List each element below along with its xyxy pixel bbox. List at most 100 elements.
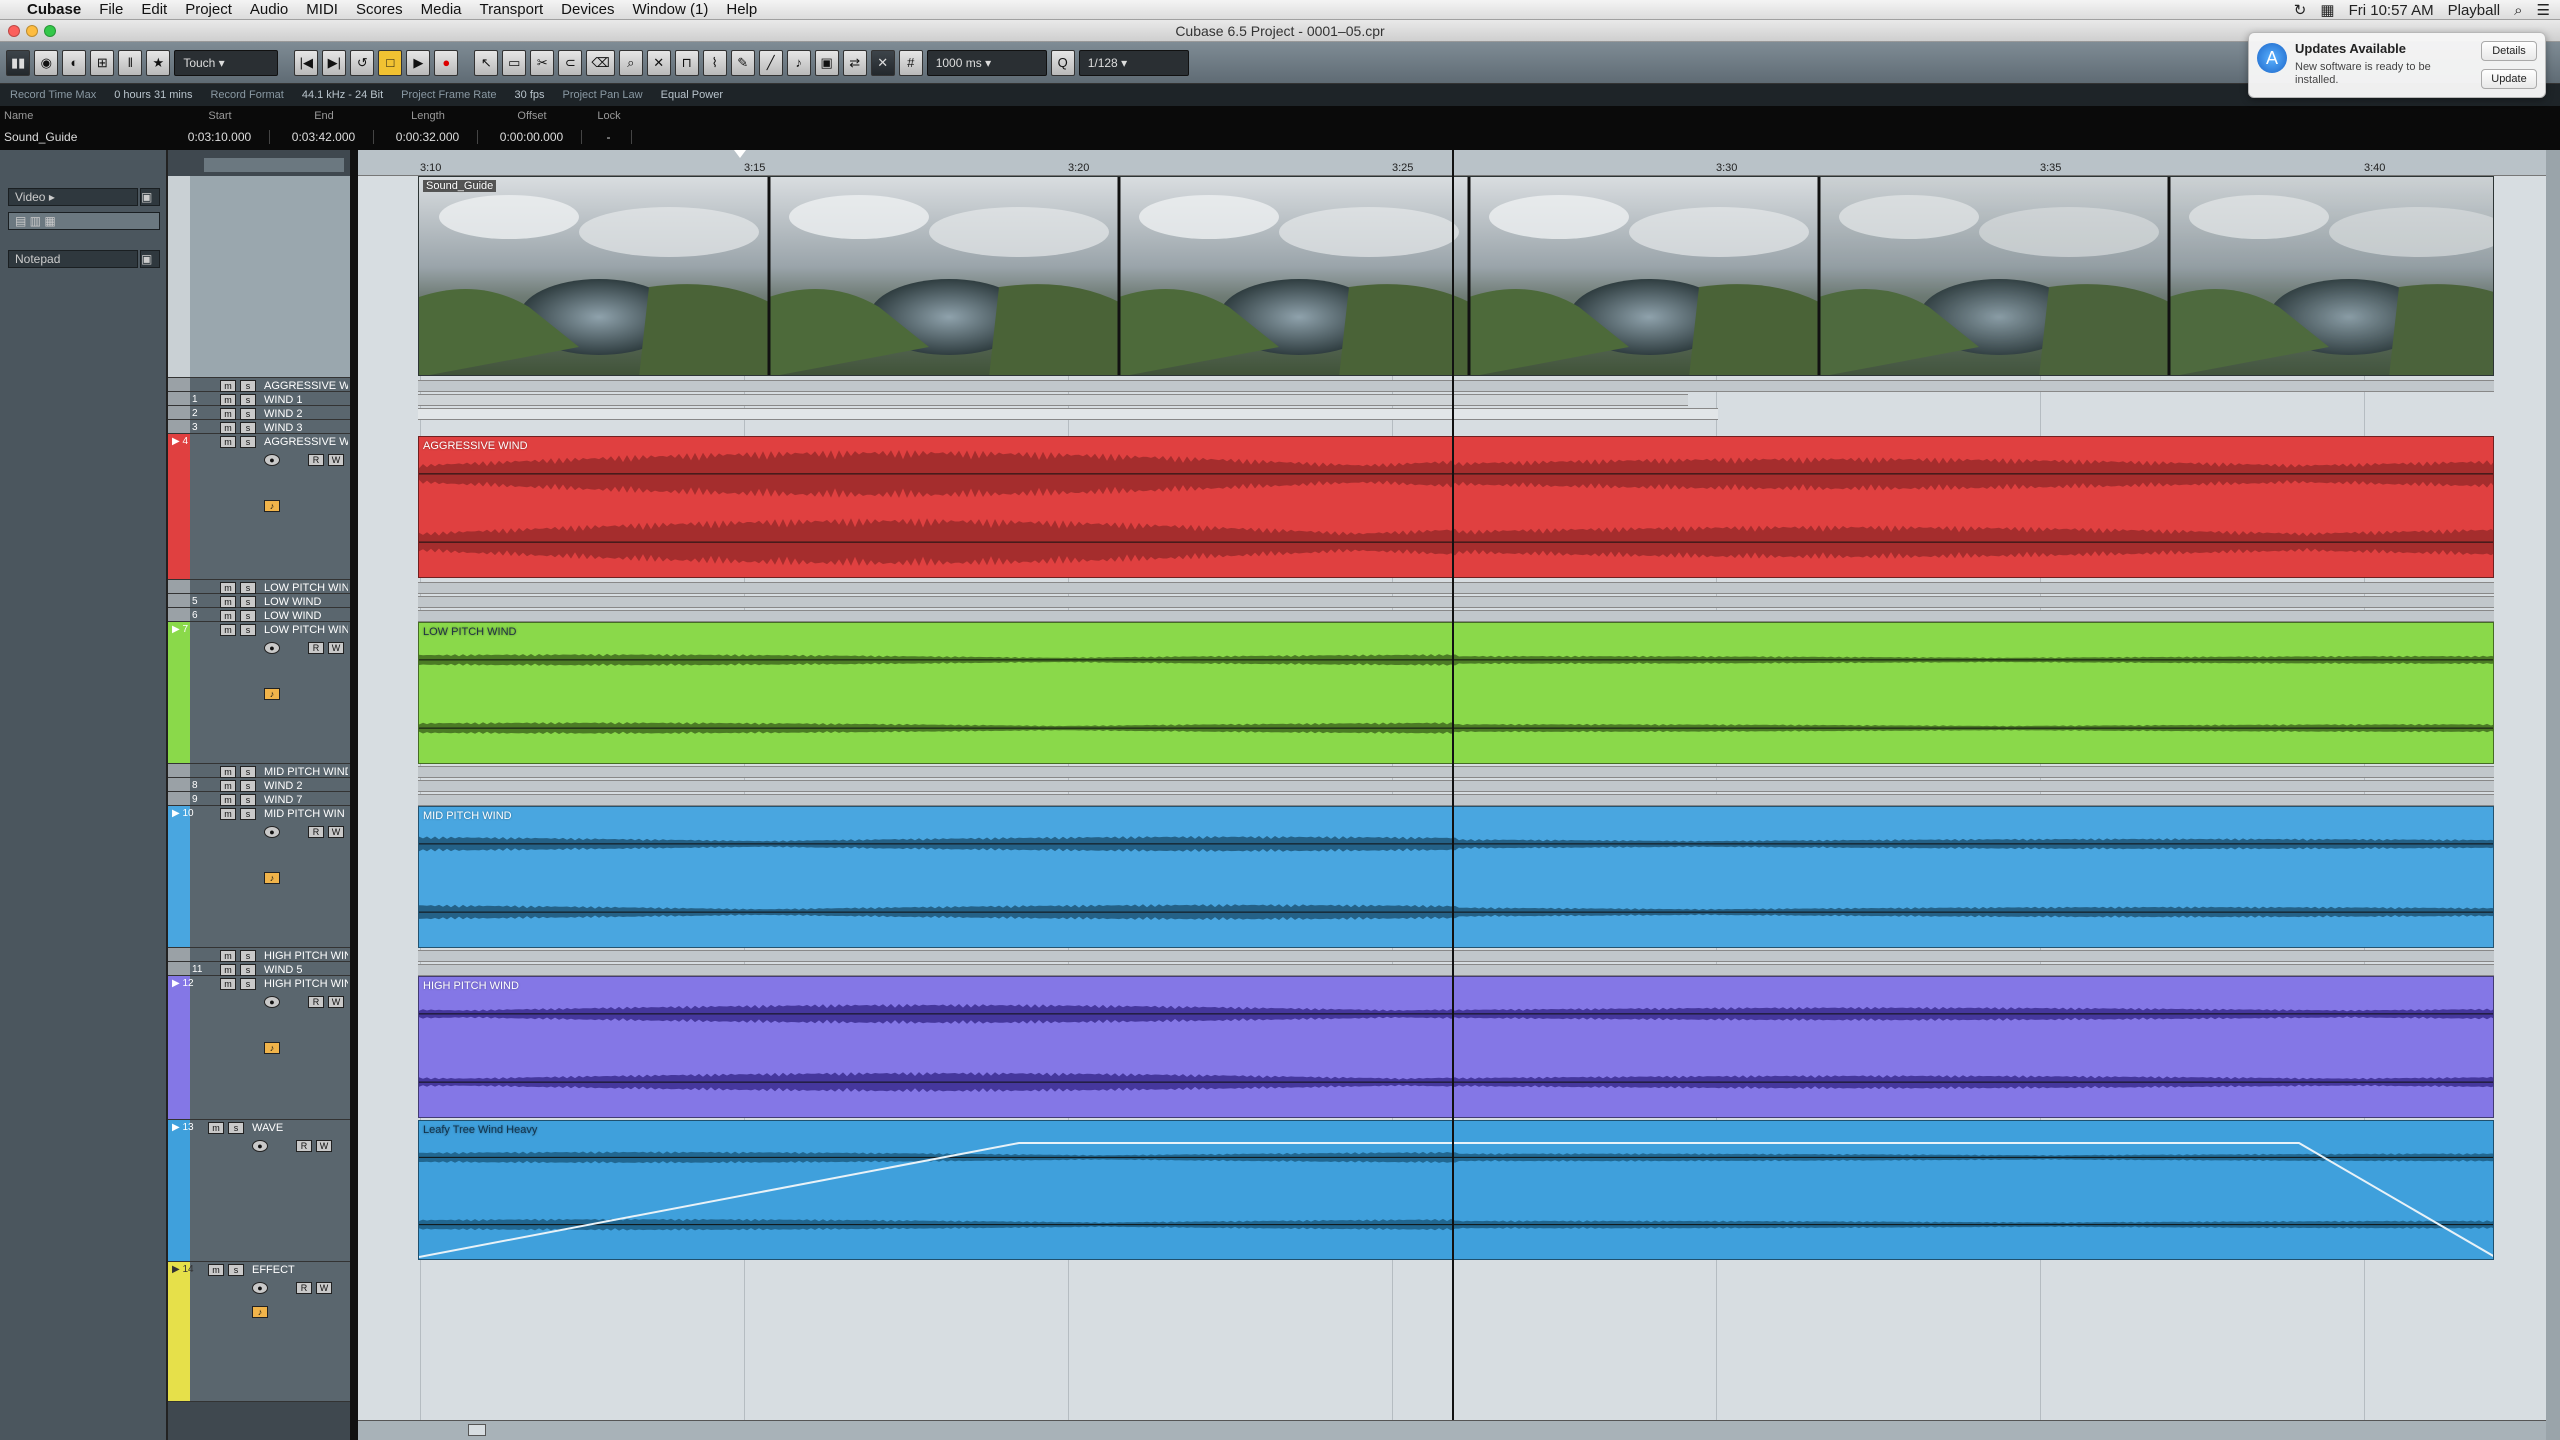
time-warp-tool[interactable]: ⌇	[702, 49, 727, 76]
track-name[interactable]: AGGRESSIVE WIN	[264, 436, 348, 448]
track-low-wind-b[interactable]: 6 m s LOW WIND	[168, 608, 350, 622]
frame-rate[interactable]: 30 fps	[515, 89, 545, 101]
notification-center-icon[interactable]: ☰	[2537, 1, 2550, 19]
record-enable-button[interactable]: ●	[264, 826, 280, 838]
track-name[interactable]: LOW WIND	[264, 610, 348, 622]
erase-tool[interactable]: ⌫	[586, 49, 615, 76]
solo-button[interactable]: s	[240, 808, 256, 820]
track-name[interactable]: HIGH PITCH WIN	[264, 950, 348, 962]
folder-part-aggressive[interactable]	[418, 380, 2494, 392]
solo-button[interactable]: s	[240, 436, 256, 448]
read-automation-button[interactable]: R	[296, 1282, 312, 1294]
mute-button[interactable]: m	[220, 950, 236, 962]
stop-button[interactable]: □	[378, 49, 403, 76]
mute-button[interactable]: m	[220, 380, 236, 392]
solo-button[interactable]: s	[240, 766, 256, 778]
mute-button[interactable]: m	[220, 978, 236, 990]
automation-mode-select[interactable]: Touch ▾	[174, 49, 279, 76]
mute-button[interactable]: m	[220, 808, 236, 820]
menu-media[interactable]: Media	[412, 1, 471, 18]
snap-value-select[interactable]: 1000 ms ▾	[926, 49, 1047, 76]
high-pitch-wind-event[interactable]: HIGH PITCH WIND	[418, 976, 2494, 1118]
track-name[interactable]: WAVE	[252, 1122, 336, 1134]
leafy-tree-wind-event[interactable]: Leafy Tree Wind Heavy	[418, 1120, 2494, 1260]
mid-wind-b-part[interactable]	[418, 794, 2494, 806]
folder-part-low[interactable]	[418, 582, 2494, 594]
mute-button[interactable]: m	[220, 422, 236, 434]
horizontal-scroll-thumb[interactable]	[468, 1424, 486, 1436]
record-enable-button[interactable]: ●	[264, 996, 280, 1008]
track-name[interactable]: AGGRESSIVE WIN	[264, 380, 348, 392]
menu-scores[interactable]: Scores	[347, 1, 412, 18]
folder-part-mid[interactable]	[418, 766, 2494, 778]
menu-transport[interactable]: Transport	[471, 1, 553, 18]
zoom-window-button[interactable]	[44, 25, 56, 37]
solo-button[interactable]: s	[240, 794, 256, 806]
menu-file[interactable]: File	[90, 1, 132, 18]
app-menu[interactable]: Cubase	[18, 1, 90, 18]
write-automation-button[interactable]: W	[316, 1282, 332, 1294]
event-start-field[interactable]: 0:03:10.000	[170, 130, 270, 144]
nudge-button[interactable]: ⇄	[842, 49, 867, 76]
track-name[interactable]: EFFECT	[252, 1264, 336, 1276]
menu-help[interactable]: Help	[717, 1, 766, 18]
track-name[interactable]: WIND 1	[264, 394, 348, 406]
video-track-header[interactable]	[168, 176, 350, 378]
folder-track-aggressive[interactable]: m s AGGRESSIVE WIN	[168, 378, 350, 392]
pool-button[interactable]: ⊞	[90, 49, 115, 76]
track-mid-pitch[interactable]: ▶ 10 m s MID PITCH WIN ● R W ♪	[168, 806, 350, 948]
event-length-field[interactable]: 0:00:32.000	[378, 130, 478, 144]
project-cursor[interactable]	[1452, 150, 1454, 1420]
track-name[interactable]: WIND 2	[264, 780, 348, 792]
close-window-button[interactable]	[8, 25, 20, 37]
menu-edit[interactable]: Edit	[132, 1, 176, 18]
read-automation-button[interactable]: R	[308, 826, 324, 838]
track-wind-3[interactable]: 3 m s WIND 3	[168, 420, 350, 434]
low-pitch-wind-event[interactable]: LOW PITCH WIND	[418, 622, 2494, 764]
window-layout-button[interactable]: ▮▮	[6, 49, 31, 76]
quantize-preset-select[interactable]: 1/128 ▾	[1078, 49, 1189, 76]
inspector-video-edit-icon[interactable]: ▣	[140, 188, 160, 206]
read-automation-button[interactable]: R	[296, 1140, 312, 1152]
read-automation-button[interactable]: R	[308, 996, 324, 1008]
track-name[interactable]: WIND 3	[264, 422, 348, 434]
record-enable-button[interactable]: ●	[252, 1282, 268, 1294]
track-name[interactable]: LOW PITCH WIN	[264, 624, 348, 636]
details-button[interactable]: Details	[2481, 41, 2537, 61]
solo-button[interactable]: s	[228, 1122, 244, 1134]
mute-button[interactable]: m	[220, 964, 236, 976]
track-effect[interactable]: ▶ 14 m s EFFECT ● R W ♪	[168, 1262, 350, 1402]
track-high-pitch[interactable]: ▶ 12 m s HIGH PITCH WIN ● R W ♪	[168, 976, 350, 1120]
mute-button[interactable]: m	[220, 794, 236, 806]
wind-1-part[interactable]	[418, 394, 1688, 406]
edit-channel-button[interactable]: ♪	[264, 500, 280, 512]
low-wind-b-part[interactable]	[418, 610, 2494, 622]
solo-button[interactable]: s	[240, 950, 256, 962]
mute-button[interactable]: m	[220, 408, 236, 420]
solo-button[interactable]: s	[228, 1264, 244, 1276]
inspector-video-tools[interactable]: ▤ ▥ ▦	[8, 212, 160, 230]
track-name[interactable]: WIND 7	[264, 794, 348, 806]
split-tool[interactable]: ✂	[530, 49, 555, 76]
solo-button[interactable]: s	[240, 624, 256, 636]
record-enable-button[interactable]: ●	[252, 1140, 268, 1152]
update-button[interactable]: Update	[2481, 69, 2537, 89]
track-name[interactable]: MID PITCH WIND	[264, 766, 348, 778]
mid-pitch-wind-event[interactable]: MID PITCH WIND	[418, 806, 2494, 948]
menu-window[interactable]: Window (1)	[624, 1, 718, 18]
folder-track-low[interactable]: m s LOW PITCH WIN	[168, 580, 350, 594]
go-to-end-button[interactable]: ▶|	[322, 49, 347, 76]
quantize-button[interactable]: Q	[1050, 49, 1075, 76]
comp-tool[interactable]: ⊓	[674, 49, 699, 76]
mixer-button[interactable]: ‖	[118, 49, 143, 76]
mute-button[interactable]: m	[220, 394, 236, 406]
snap-toggle-button[interactable]: ✕	[870, 49, 895, 76]
menu-audio[interactable]: Audio	[241, 1, 297, 18]
vertical-scrollbar[interactable]	[2546, 150, 2560, 1440]
constrain-delay-button[interactable]: ◉	[34, 49, 59, 76]
clock[interactable]: Fri 10:57 AM	[2349, 2, 2434, 19]
mute-button[interactable]: m	[220, 780, 236, 792]
mute-tool[interactable]: ✕	[646, 49, 671, 76]
solo-button[interactable]: s	[240, 978, 256, 990]
menu-devices[interactable]: Devices	[552, 1, 623, 18]
